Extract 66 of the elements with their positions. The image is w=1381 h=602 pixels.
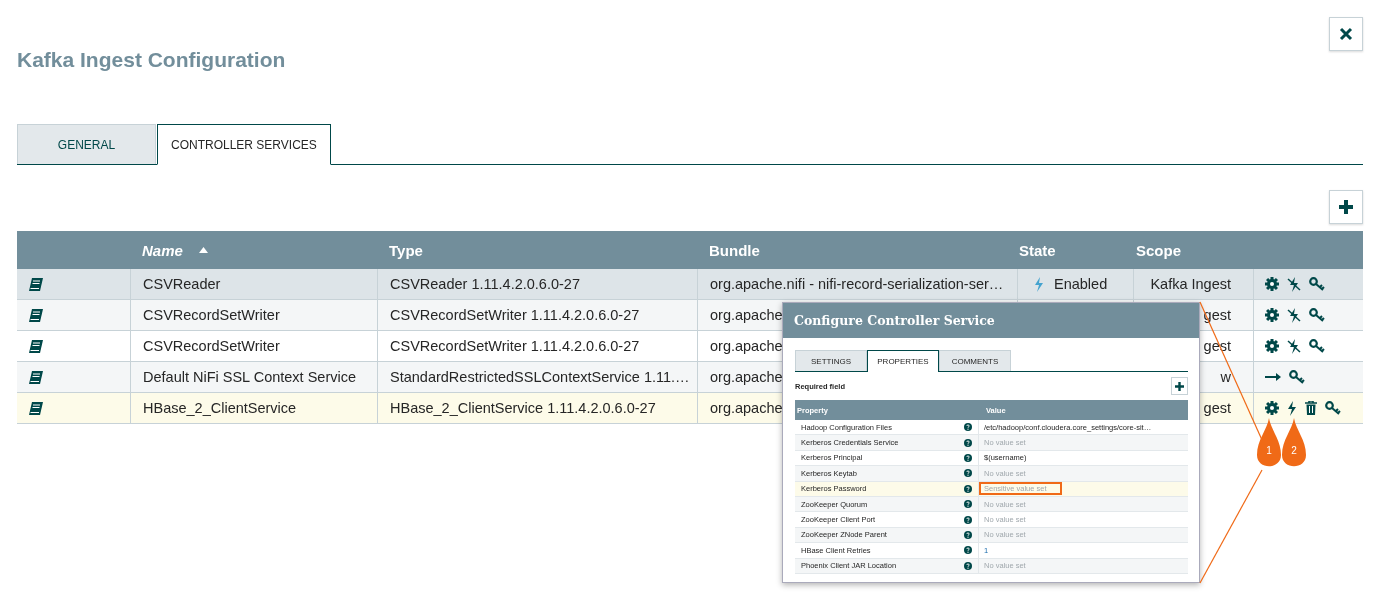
add-property-button[interactable] [1171,377,1188,395]
add-button[interactable] [1329,190,1363,224]
book-icon [29,401,43,415]
trash-icon[interactable] [1305,401,1317,415]
arrow-icon[interactable] [1265,373,1281,381]
help-icon[interactable] [964,423,972,432]
callout-pin: 1 [1257,418,1281,467]
help-icon[interactable] [964,484,972,493]
table-cell: org.apache [710,307,783,323]
table-cell: HBase_2_ClientService 1.11.4.2.0.6.0-27 [390,400,656,416]
table-cell: org.apache [710,338,783,354]
crossed-bolt-icon[interactable] [1287,276,1301,292]
help-icon[interactable] [964,438,972,447]
gear-icon[interactable] [1265,339,1279,353]
bolt-icon [1034,276,1044,292]
state-label: Enabled [1054,276,1108,292]
plus-icon [1338,199,1354,215]
table-cell: CSVReader [143,276,221,292]
help-icon[interactable] [964,500,972,509]
crossed-bolt-icon[interactable] [1287,338,1301,354]
dialog-title: Kafka Ingest Configuration [17,48,286,72]
tab[interactable]: PROPERTIES [867,350,939,372]
bolt-icon[interactable] [1287,400,1297,416]
callout-pin: 2 [1282,418,1306,467]
help-icon[interactable] [964,530,972,539]
table-cell: CSVRecordSetWriter 1.11.4.2.0.6.0-27 [390,338,640,354]
tab[interactable]: CONTROLLER SERVICES [157,124,331,165]
tab[interactable]: GENERAL [17,124,156,164]
table-cell: org.apache [710,369,783,385]
gear-icon[interactable] [1265,308,1279,322]
table-cell: HBase_2_ClientService [143,400,297,416]
table-cell: Default NiFi SSL Context Service [143,369,357,385]
dialog-title: Configure Controller Service [794,313,995,328]
table-cell: StandardRestrictedSSLContextService 1.11.… [390,369,690,385]
key-icon[interactable] [1309,339,1325,353]
table-cell: CSVRecordSetWriter 1.11.4.2.0.6.0-27 [390,307,640,323]
close-button[interactable] [1329,17,1363,51]
key-icon[interactable] [1325,401,1341,415]
help-icon[interactable] [964,546,972,555]
tab[interactable]: SETTINGS [795,350,867,371]
key-icon[interactable] [1289,370,1305,384]
table-row[interactable]: CSVReader CSVReader 1.11.4.2.0.6.0-27 org.apache.nifi - nifi-record-serialization-ser… Enabled Kafka Ingest [17,269,1363,300]
help-icon[interactable] [964,515,972,524]
gear-icon[interactable] [1265,277,1279,291]
table-cell: CSVReader 1.11.4.2.0.6.0-27 [390,276,580,292]
book-icon [29,370,43,384]
help-icon[interactable] [964,469,972,478]
key-icon[interactable] [1309,308,1325,322]
close-icon [1339,27,1353,41]
table-cell: CSVRecordSetWriter [143,338,280,354]
tab[interactable]: COMMENTS [939,350,1011,371]
book-icon [29,308,43,322]
help-icon[interactable] [964,561,972,570]
crossed-bolt-icon[interactable] [1287,307,1301,323]
table-cell: Kafka Ingest [1150,276,1231,292]
table-cell: gest [1203,400,1231,416]
table-cell: CSVRecordSetWriter [143,307,280,323]
book-icon [29,339,43,353]
key-icon[interactable] [1309,277,1325,291]
table-cell: org.apache.nifi - nifi-record-serialization-ser… [710,276,1004,292]
help-icon[interactable] [964,453,972,462]
plus-icon [1175,381,1184,391]
book-icon [29,277,43,291]
table-cell: org.apache [710,400,783,416]
gear-icon[interactable] [1265,401,1279,415]
table-cell: w [1220,369,1231,385]
